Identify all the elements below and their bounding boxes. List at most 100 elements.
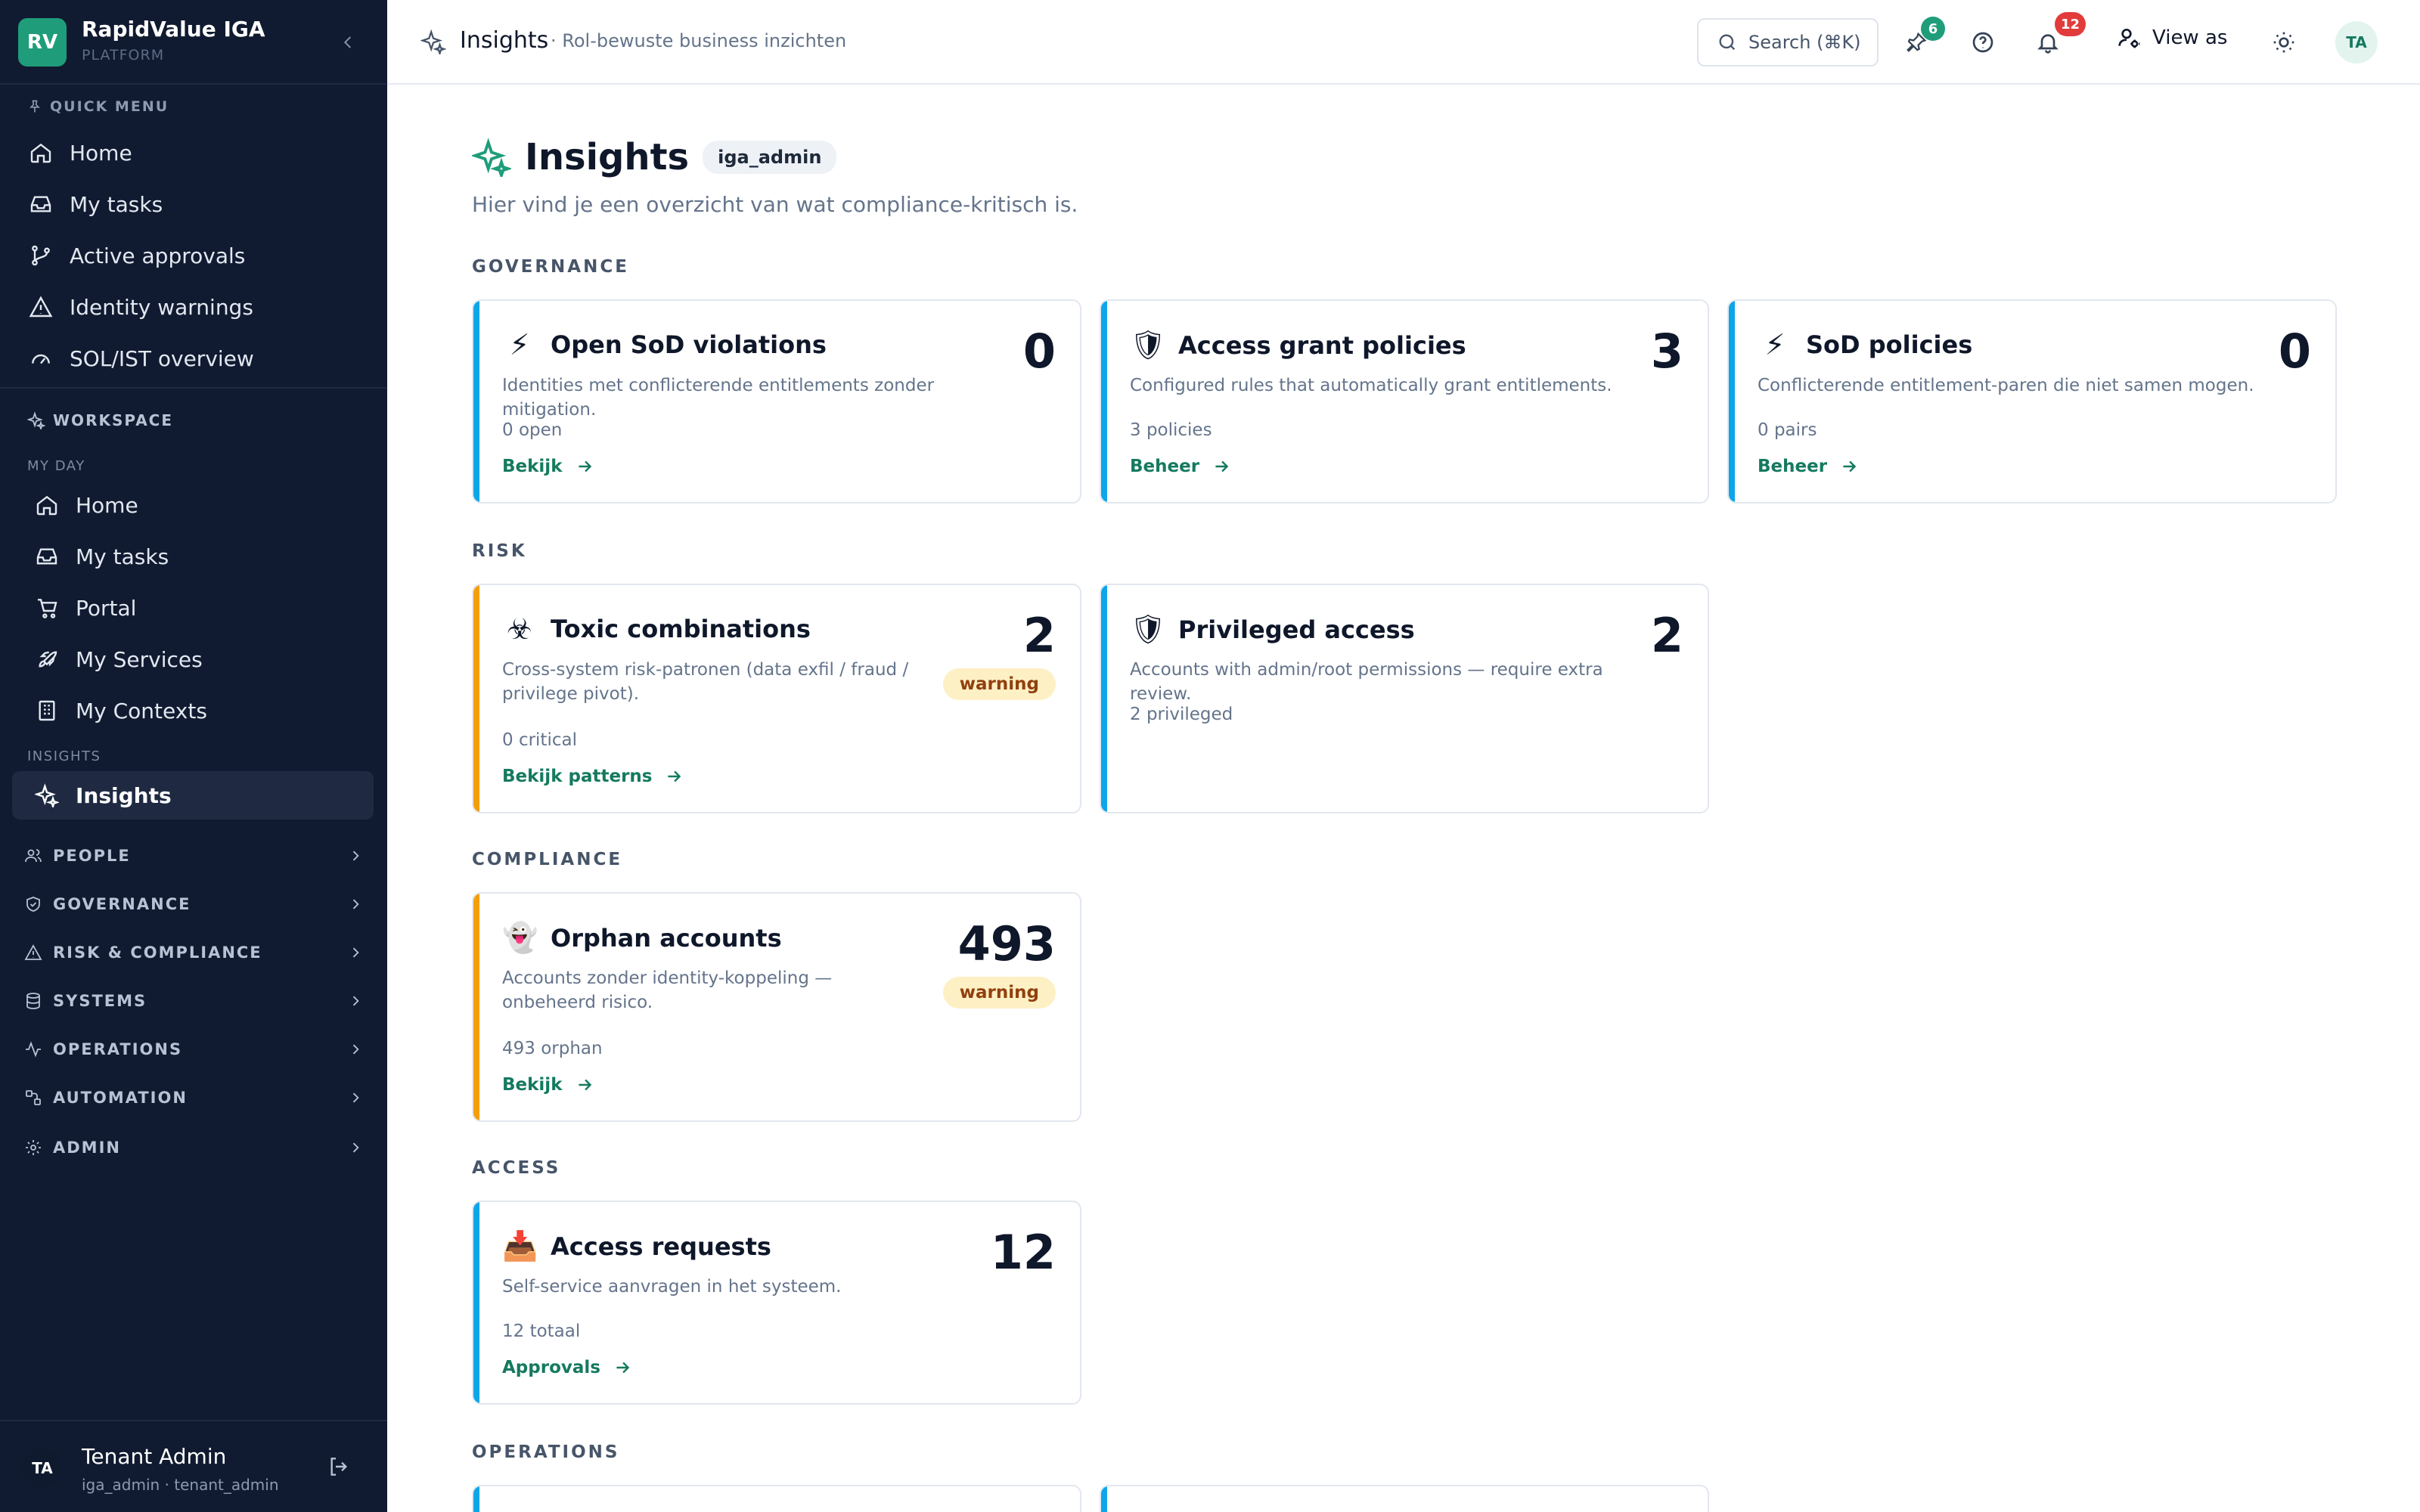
nav-label: Home <box>76 492 138 518</box>
pin-icon <box>29 100 41 113</box>
main-content: Insights iga_admin Hier vind je een over… <box>387 85 2420 1512</box>
card-orphan-accounts: 👻 Orphan accounts 493 warning Accounts zo… <box>472 892 1081 1122</box>
help-button[interactable] <box>1965 24 2001 60</box>
category-compliance: COMPLIANCE <box>472 850 623 869</box>
cart-icon <box>33 594 60 621</box>
card-count: 12 <box>990 1225 1056 1280</box>
help-icon <box>1972 32 1993 53</box>
notification-count-badge: 12 <box>2054 12 2086 36</box>
sparkles-icon <box>472 138 511 177</box>
database-icon <box>26 993 40 1009</box>
pinned-button[interactable]: 6 <box>1898 17 1945 60</box>
card-link-beheer[interactable]: Beheer <box>1758 457 1859 476</box>
biohazard-icon: ☣ <box>506 612 533 646</box>
quick-item-my-tasks[interactable]: My tasks <box>12 180 374 228</box>
notifications-button[interactable]: 12 <box>2030 12 2086 60</box>
nav-label: Home <box>70 140 132 166</box>
group-governance[interactable]: GOVERNANCE <box>12 883 374 925</box>
sidebar-item-insights[interactable]: Insights <box>12 771 374 820</box>
card-meta: 3 policies <box>1130 420 1212 440</box>
view-as-button[interactable]: View as <box>2118 26 2227 50</box>
chevron-right-icon <box>352 947 359 958</box>
card-link-bekijk[interactable]: Bekijk <box>502 1075 594 1095</box>
nav-label: SOL/IST overview <box>70 345 254 371</box>
chevron-right-icon <box>352 1044 359 1055</box>
sidebar-item-my-services[interactable]: My Services <box>12 635 374 683</box>
warning-icon <box>27 293 54 321</box>
group-label: ADMIN <box>53 1139 121 1157</box>
building-icon <box>33 697 60 724</box>
group-admin[interactable]: ADMIN <box>12 1126 374 1169</box>
group-systems[interactable]: SYSTEMS <box>12 980 374 1022</box>
sidebar-item-home[interactable]: Home <box>12 481 374 529</box>
activity-icon <box>26 1041 41 1058</box>
group-operations[interactable]: OPERATIONS <box>12 1028 374 1070</box>
card-link-beheer[interactable]: Beheer <box>1130 457 1231 476</box>
card-link-bekijk-patterns[interactable]: Bekijk patterns <box>502 767 684 786</box>
card-title: Access grant policies <box>1178 330 1466 360</box>
nav-label: Identity warnings <box>70 294 253 320</box>
my-day-label: MY DAY <box>27 458 85 474</box>
group-label: GOVERNANCE <box>53 895 191 913</box>
user-cog-icon <box>2118 29 2140 48</box>
lightning-icon: ⚡ <box>1764 328 1786 361</box>
group-risk-compliance[interactable]: RISK & COMPLIANCE <box>12 931 374 974</box>
inbox-tray-icon: 📥 <box>502 1229 538 1263</box>
sparkles-icon <box>33 782 60 809</box>
inbox-icon <box>33 543 60 570</box>
arrow-right-icon <box>578 1079 591 1091</box>
home-icon <box>27 139 54 166</box>
card-sod-policies: ⚡ SoD policies 0 Conflicterende entitleme… <box>1727 299 2337 503</box>
search-button[interactable]: Search (⌘K) <box>1697 18 1879 67</box>
card-meta: 0 pairs <box>1758 420 1817 440</box>
shield-icon: 🛡 <box>1130 328 1167 361</box>
card-link-bekijk[interactable]: Bekijk <box>502 457 594 476</box>
avatar[interactable]: TA <box>23 1448 62 1488</box>
divider <box>0 387 387 389</box>
sun-icon <box>2273 32 2294 53</box>
logout-icon <box>330 1458 348 1476</box>
home-icon <box>33 491 60 519</box>
card-title: Privileged access <box>1178 615 1415 644</box>
sidebar-item-portal[interactable]: Portal <box>12 584 374 632</box>
theme-toggle-button[interactable] <box>2266 24 2302 60</box>
group-people[interactable]: PEOPLE <box>12 835 374 877</box>
brand: RV RapidValue IGA PLATFORM <box>0 0 387 85</box>
group-automation[interactable]: AUTOMATION <box>12 1077 374 1119</box>
nav-label: My Contexts <box>76 698 207 723</box>
quick-item-home[interactable]: Home <box>12 129 374 177</box>
shield-check-icon <box>26 897 40 912</box>
card-link-approvals[interactable]: Approvals <box>502 1358 632 1377</box>
card-count: 493 <box>957 916 1056 971</box>
sidebar-item-my-tasks[interactable]: My tasks <box>12 532 374 581</box>
status-badge: warning <box>942 977 1056 1009</box>
quick-item-identity-warnings[interactable]: Identity warnings <box>12 283 374 331</box>
card-title: Open SoD violations <box>551 330 827 359</box>
chevron-right-icon <box>352 1092 359 1103</box>
chevron-right-icon <box>352 1142 359 1153</box>
chevron-left-icon <box>343 36 351 48</box>
inbox-icon <box>27 191 54 218</box>
quick-item-active-approvals[interactable]: Active approvals <box>12 231 374 280</box>
shield-icon: 🛡 <box>1130 612 1167 646</box>
gauge-icon <box>27 345 54 372</box>
rocket-icon <box>33 646 60 673</box>
user-block: TA Tenant Admin iga_admin · tenant_admin <box>0 1420 387 1512</box>
card-meta: 0 critical <box>502 730 577 750</box>
card-access-requests: 📥 Access requests 12 Self-service aanvrag… <box>472 1201 1081 1405</box>
git-branch-icon <box>27 242 54 269</box>
topbar: Insights · Rol-bewuste business inzichte… <box>387 0 2420 85</box>
avatar[interactable]: TA <box>2335 21 2378 64</box>
lightning-icon: ⚡ <box>509 328 530 361</box>
card-title: Access requests <box>551 1232 771 1261</box>
bell-icon <box>2037 34 2059 54</box>
page-header: Insights iga_admin <box>472 136 837 178</box>
collapse-sidebar-button[interactable] <box>333 27 363 57</box>
card-title: SoD policies <box>1806 330 1973 359</box>
card-count: 3 <box>1650 324 1683 379</box>
card-description: Cross-system risk-patronen (data exfil /… <box>502 660 909 704</box>
logout-button[interactable] <box>327 1455 351 1482</box>
workspace-label: WORKSPACE <box>27 411 173 429</box>
quick-item-sol-ist-overview[interactable]: SOL/IST overview <box>12 334 374 383</box>
sidebar-item-my-contexts[interactable]: My Contexts <box>12 686 374 735</box>
